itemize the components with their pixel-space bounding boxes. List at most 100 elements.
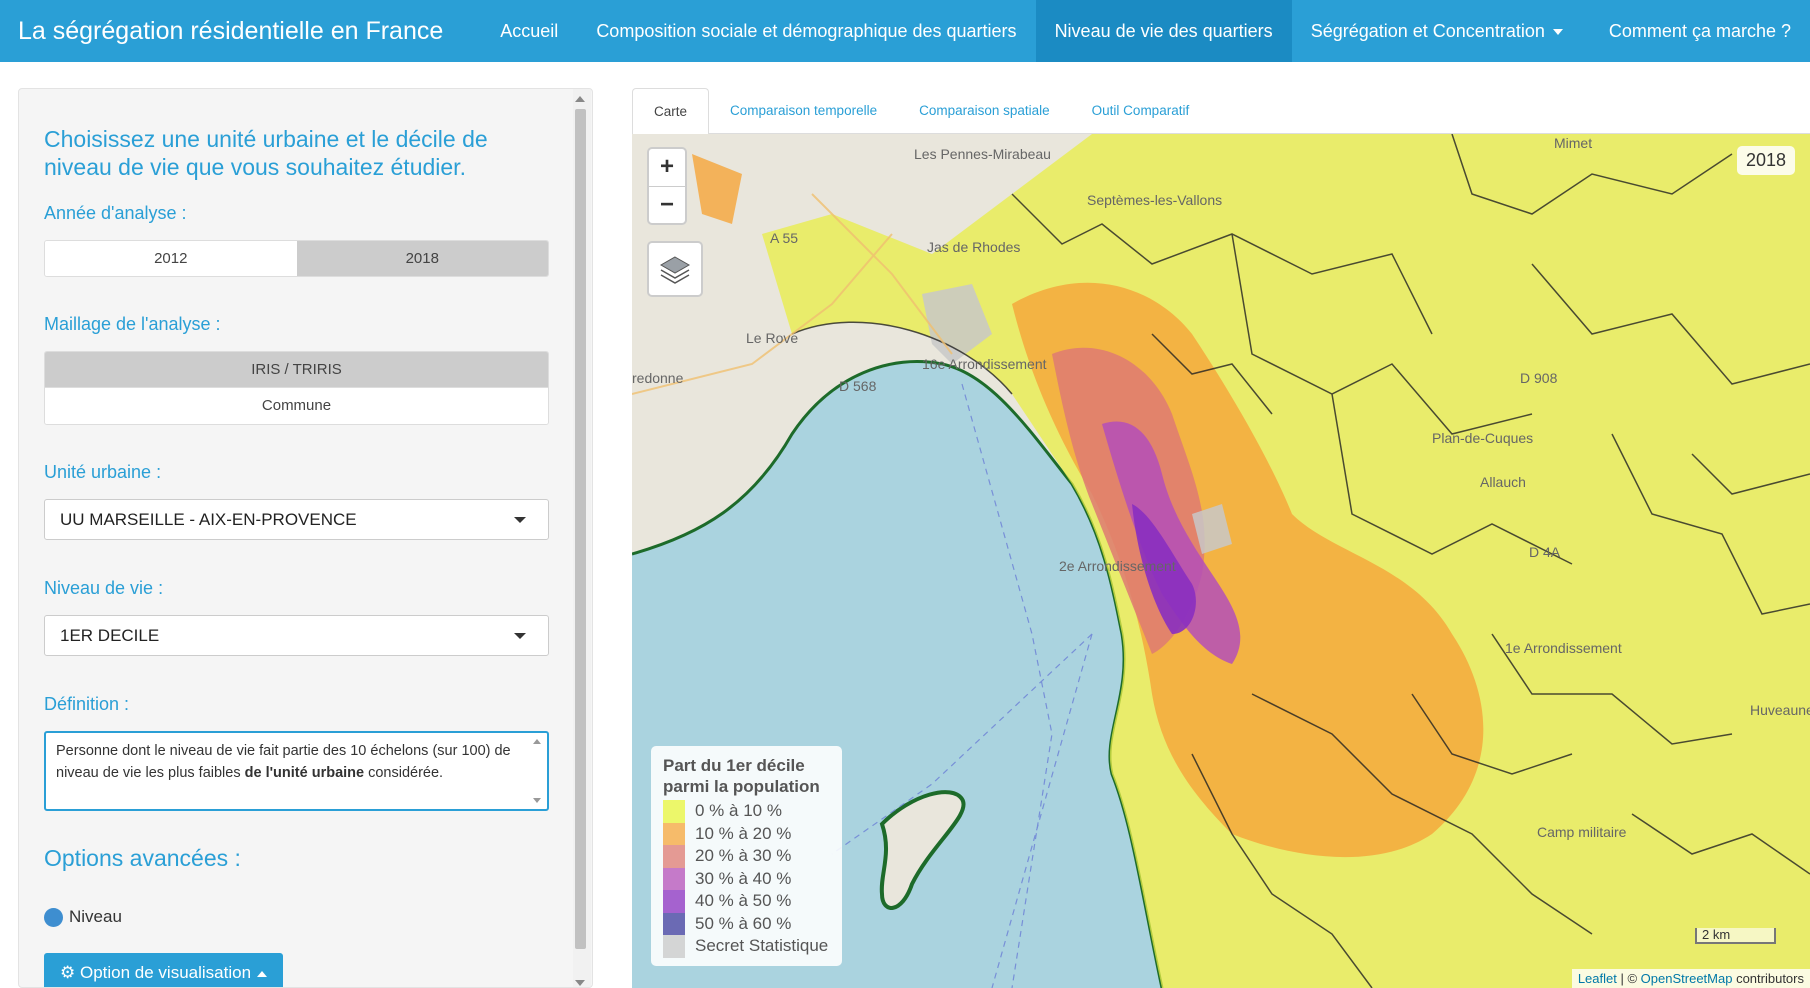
place-label: Camp militaire (1537, 824, 1627, 840)
legend-label: 10 % à 20 % (695, 823, 792, 843)
osm-link[interactable]: OpenStreetMap (1641, 971, 1733, 986)
tab-carte[interactable]: Carte (632, 88, 710, 135)
map-year-badge: 2018 (1736, 146, 1795, 175)
mesh-label: Maillage de l'analyse : (44, 314, 221, 334)
road-label: D 568 (839, 378, 877, 394)
sidebar-panel: Choisissez une unité urbaine et le décil… (18, 88, 593, 988)
legend-item: 0 % à 10 % (663, 800, 830, 823)
legend-swatch (663, 935, 685, 958)
zoom-in-button[interactable]: + (649, 149, 685, 186)
navbar: La ségrégation résidentielle en France A… (0, 0, 1810, 62)
layers-control-button[interactable] (647, 241, 703, 297)
legend-title: Part du 1er décile parmi la population (663, 756, 820, 796)
unit-select[interactable]: UU MARSEILLE - AIX-EN-PROVENCE (44, 499, 549, 540)
legend-item: 30 % à 40 % (663, 867, 830, 890)
map-legend: Part du 1er décile parmi la population 0… (651, 746, 842, 966)
leaflet-link[interactable]: Leaflet (1578, 971, 1617, 986)
visualisation-button-label: Option de visualisation (79, 963, 252, 982)
legend-label: 50 % à 60 % (695, 913, 792, 933)
place-label: Allauch (1480, 474, 1526, 490)
chevron-down-icon (514, 633, 526, 639)
level-label: Niveau de vie : (44, 578, 164, 598)
unit-label: Unité urbaine : (44, 462, 162, 482)
year-option-2012[interactable]: 2012 (45, 241, 297, 276)
nav-niveau-de-vie[interactable]: Niveau de vie des quartiers (1035, 0, 1292, 62)
tab-bar: Carte Comparaison temporelle Comparaison… (632, 88, 1810, 135)
chevron-down-icon (514, 517, 526, 523)
legend-swatch (663, 912, 685, 935)
radio-selected-icon[interactable] (44, 907, 63, 927)
legend-swatch (663, 822, 685, 845)
legend-swatch (663, 867, 685, 890)
nav-segregation-label: Ségrégation et Concentration (1310, 21, 1545, 41)
scroll-down-icon[interactable] (575, 980, 585, 986)
place-label: Jas de Rhodes (927, 239, 1021, 255)
layers-icon (659, 256, 691, 284)
place-label: 1e Arrondissement (1505, 640, 1622, 656)
zoom-control: + − (647, 147, 687, 225)
radio-niveau[interactable]: Niveau (44, 907, 549, 927)
nav-segregation-dropdown[interactable]: Ségrégation et Concentration (1292, 0, 1582, 62)
place-label: 16e Arrondissement (922, 356, 1047, 372)
advanced-options-title: Options avancées : (44, 845, 241, 871)
year-button-group: 2012 2018 (44, 240, 549, 277)
caret-up-icon (257, 970, 268, 977)
legend-item: 40 % à 50 % (663, 890, 830, 913)
place-label: Les Pennes-Mirabeau (914, 146, 1051, 162)
legend-label: 20 % à 30 % (695, 846, 792, 866)
legend-swatch (663, 845, 685, 868)
legend-swatch (663, 890, 685, 913)
place-label: Septèmes-les-Vallons (1087, 192, 1223, 208)
attribution-rest: contributors (1732, 971, 1804, 986)
level-select[interactable]: 1ER DECILE (44, 615, 549, 656)
zoom-out-button[interactable]: − (649, 186, 685, 223)
definition-text-end: considérée. (364, 765, 444, 781)
scale-bar: 2 km (1695, 928, 1776, 944)
mesh-option-iris[interactable]: IRIS / TRIRIS (45, 352, 548, 388)
legend-item: 20 % à 30 % (663, 845, 830, 868)
legend-label: 40 % à 50 % (695, 891, 792, 911)
radio-niveau-label: Niveau (69, 907, 122, 926)
map-container[interactable]: Les Pennes-Mirabeau Septèmes-les-Vallons… (632, 134, 1810, 988)
gear-icon: ⚙ (60, 963, 76, 982)
map-attribution: Leaflet | © OpenStreetMap contributors (1571, 969, 1810, 988)
legend-label: Secret Statistique (695, 936, 829, 956)
scroll-up-icon[interactable] (575, 96, 585, 102)
definition-textarea[interactable]: Personne dont le niveau de vie fait part… (44, 731, 549, 811)
attribution-sep: | © (1616, 971, 1641, 986)
legend-item: 10 % à 20 % (663, 822, 830, 845)
nav-accueil[interactable]: Accueil (481, 0, 577, 62)
road-label: A 55 (770, 230, 799, 246)
place-label: Huveaune (1750, 702, 1810, 718)
legend-rows: 0 % à 10 % 10 % à 20 % 20 % à 30 % 30 % à 4… (663, 800, 830, 958)
visualisation-options-button[interactable]: ⚙ Option de visualisation (44, 953, 284, 987)
place-label: 2e Arrondissement (1059, 558, 1176, 574)
tab-outil-comparatif[interactable]: Outil Comparatif (1071, 88, 1211, 133)
legend-label: 0 % à 10 % (695, 801, 782, 821)
legend-item: Secret Statistique (663, 935, 830, 958)
legend-swatch (663, 800, 685, 823)
nav-composition[interactable]: Composition sociale et démographique des… (577, 0, 1035, 62)
road-label: D 908 (1520, 370, 1558, 386)
road-label: D 4A (1529, 544, 1561, 560)
place-label: Mimet (1554, 135, 1593, 151)
place-label: Le Rove (746, 330, 799, 346)
year-option-2018[interactable]: 2018 (296, 241, 548, 276)
scrollbar-thumb[interactable] (575, 109, 586, 949)
mesh-option-commune[interactable]: Commune (45, 388, 548, 424)
nav-help[interactable]: Comment ça marche ? (1590, 0, 1810, 62)
unit-select-value: UU MARSEILLE - AIX-EN-PROVENCE (60, 510, 357, 529)
tab-comparaison-spatiale[interactable]: Comparaison spatiale (898, 88, 1071, 133)
tab-comparaison-temporelle[interactable]: Comparaison temporelle (709, 88, 898, 133)
scroll-up-icon[interactable] (533, 739, 541, 744)
definition-label: Définition : (44, 694, 130, 714)
level-select-value: 1ER DECILE (60, 626, 160, 645)
mesh-button-group: IRIS / TRIRIS Commune (44, 351, 549, 425)
year-label: Année d'analyse : (44, 203, 187, 223)
sidebar-scrollbar[interactable] (573, 89, 591, 987)
legend-label: 30 % à 40 % (695, 868, 792, 888)
brand-title[interactable]: La ségrégation résidentielle en France (0, 17, 481, 46)
caret-down-icon (1552, 29, 1563, 36)
scroll-down-icon[interactable] (533, 798, 541, 803)
place-label: redonne (632, 370, 684, 386)
